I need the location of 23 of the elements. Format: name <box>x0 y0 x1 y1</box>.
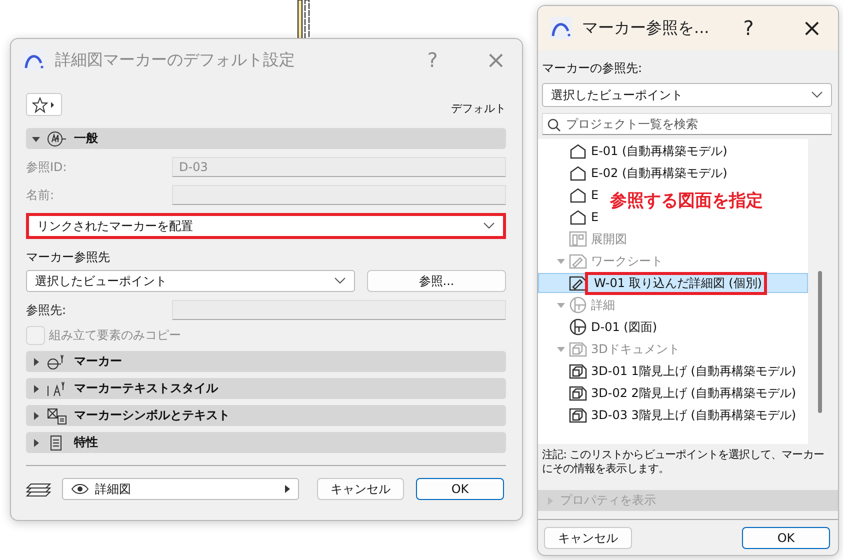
tree-label: E <box>591 210 599 224</box>
checkbox-label: 組み立て要素のみコピー <box>49 327 181 344</box>
field-label: 参照先: <box>26 302 68 318</box>
tree-label: 3Dドキュメント <box>591 340 680 358</box>
tree-label: 3D-02 2階見上げ (自動再構築モデル) <box>591 384 796 402</box>
tree-label: ワークシート <box>591 252 663 270</box>
field-label: 名前: <box>26 186 56 204</box>
reference-label: マーカーの参照先: <box>542 60 644 77</box>
tree-label: E-01 (自動再構築モデル) <box>591 142 728 160</box>
tree-label: E <box>591 188 599 202</box>
tree-label: 展開図 <box>591 230 627 248</box>
tree-label: 3D-03 3階見上げ (自動再構築モデル) <box>591 406 796 424</box>
window-title: マーカー参照を... <box>582 18 710 38</box>
tree-label: 詳細 <box>591 296 615 314</box>
field-label: 参照ID: <box>26 158 68 176</box>
window-title: 詳細図マーカーのデフォルト設定 <box>55 50 296 70</box>
highlighted-label: W-01 取り込んだ詳細図 (個別) <box>585 272 767 294</box>
tree-label: 3D-01 1階見上げ (自動再構築モデル) <box>591 362 796 380</box>
tree-label: E-02 (自動再構築モデル) <box>591 164 728 182</box>
marker-reference-label: マーカー参照先 <box>26 249 111 266</box>
note-text: 注記: このリストからビューポイントを選択して、マーカーにその情報を表示します。 <box>542 448 826 477</box>
tree-label: D-01 (図面) <box>591 318 658 336</box>
default-label: デフォルト <box>451 101 506 116</box>
